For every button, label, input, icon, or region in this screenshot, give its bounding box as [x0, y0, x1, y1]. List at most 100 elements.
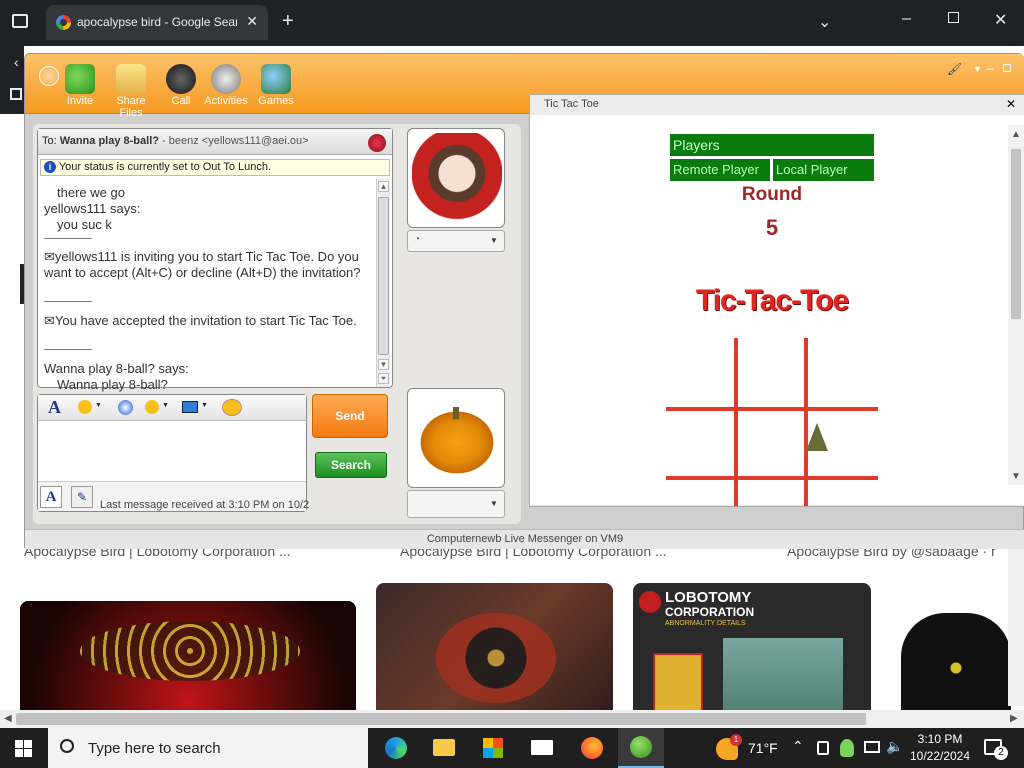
background-dropdown-icon[interactable]: ▼ [201, 402, 208, 409]
voice-clip-icon[interactable] [118, 400, 133, 415]
windows-start-icon[interactable] [15, 740, 32, 757]
network-icon[interactable] [864, 741, 880, 753]
games-label: Games [258, 95, 294, 107]
status-notice: i Your status is currently set to Out To… [40, 159, 390, 176]
notifications-count: 2 [994, 746, 1008, 760]
msgr-maximize-icon[interactable] [1003, 64, 1011, 72]
handwriting-tab-icon[interactable]: ✎ [71, 486, 93, 508]
nudge-icon[interactable] [222, 399, 242, 416]
volume-icon[interactable]: 🔈 [886, 738, 903, 755]
message-sender: yellows111 says: [44, 201, 141, 216]
block-icon[interactable] [368, 134, 386, 152]
user-avatar-menu[interactable]: ▼ [407, 490, 505, 518]
grid-line [734, 338, 738, 506]
activities-button[interactable]: Activities [201, 64, 251, 107]
status-notice-text: Your status is currently set to Out To L… [58, 161, 272, 173]
avatar-dropdown-icon[interactable]: ▼ [490, 236, 498, 245]
taskbar-search[interactable]: Type here to search [48, 728, 368, 768]
font-icon[interactable]: A [48, 397, 61, 418]
contact-name[interactable]: Wanna play 8-ball? [60, 135, 159, 147]
file-explorer-icon[interactable] [433, 739, 455, 756]
options-dropdown-icon[interactable]: ▼ [973, 64, 982, 74]
webcam-icon[interactable]: ◔ [414, 234, 420, 245]
game-scroll-up-icon[interactable]: ▲ [1011, 129, 1021, 140]
message-input[interactable] [40, 423, 304, 479]
game-scroll-down-icon[interactable]: ▼ [1011, 471, 1021, 482]
game-close-icon[interactable]: ✕ [1006, 97, 1016, 111]
tab-close-icon[interactable]: ✕ [246, 13, 258, 30]
tab-search-icon[interactable] [12, 14, 28, 28]
wink-icon[interactable] [145, 400, 159, 414]
sidebar-icon[interactable] [10, 88, 22, 100]
games-button[interactable]: Games [251, 64, 301, 107]
maximize-icon[interactable] [948, 12, 959, 23]
clock-time[interactable]: 3:10 PM [912, 732, 968, 746]
messenger-taskbar-button[interactable] [618, 728, 664, 768]
editor-tab-icon[interactable]: A [40, 486, 62, 508]
image-result-3[interactable]: LOBOTOMY CORPORATION ABNORMALITY DETAILS [633, 583, 871, 728]
game-scrollbar[interactable]: ▲ ▼ [1008, 125, 1024, 485]
invite-button[interactable]: Invite [55, 64, 105, 107]
paint-icon[interactable]: 🖌 [947, 62, 962, 76]
games-icon [261, 64, 291, 94]
message-divider [44, 301, 92, 302]
grid-line [804, 338, 808, 506]
tray-messenger-icon[interactable] [840, 739, 854, 757]
emoticon-icon[interactable] [78, 400, 92, 414]
thumb-detail: ABNORMALITY DETAILS [665, 620, 746, 627]
edge-icon[interactable] [385, 737, 407, 759]
search-button[interactable]: Search [315, 452, 387, 478]
game-scroll-thumb[interactable] [1011, 149, 1021, 319]
messenger-footer: Computernewb Live Messenger on VM9 [25, 529, 1024, 549]
browser-tab[interactable]: apocalypse bird - Google Search ✕ [46, 5, 268, 40]
scroll-end-icon[interactable]: ⏷ [378, 373, 389, 384]
user-avatar-dropdown-icon[interactable]: ▼ [490, 499, 498, 508]
grid-line [666, 476, 878, 480]
to-bar: To: Wanna play 8-ball? - beenz <yellows1… [38, 129, 392, 155]
invite-icon [65, 64, 95, 94]
clock-date[interactable]: 10/22/2024 [908, 749, 972, 763]
image-result-2[interactable] [376, 583, 613, 728]
weather-temp[interactable]: 71°F [748, 740, 778, 756]
send-button[interactable]: Send [312, 394, 388, 438]
scroll-up-icon[interactable]: ▲ [378, 181, 389, 192]
msgr-minimize-icon[interactable]: – [987, 61, 994, 75]
user-avatar[interactable] [407, 388, 505, 488]
emoticon-dropdown-icon[interactable]: ▼ [95, 402, 102, 409]
back-arrow-icon[interactable]: ‹ [14, 54, 19, 70]
conversation-scroll-thumb[interactable] [378, 197, 389, 355]
scroll-down-icon[interactable]: ▼ [378, 359, 389, 370]
scroll-thumb[interactable] [16, 713, 866, 725]
scroll-left-icon[interactable]: ◀ [4, 713, 12, 724]
contact-avatar-menu[interactable]: ◔ ▼ [407, 230, 505, 252]
game-logo: Tic-Tac-Toe [695, 284, 849, 317]
mail-icon[interactable] [531, 740, 553, 755]
wink-dropdown-icon[interactable]: ▼ [162, 402, 169, 409]
accepted-message: ✉You have accepted the invitation to sta… [44, 313, 357, 328]
firefox-icon[interactable] [581, 737, 603, 759]
conversation-scrollbar[interactable]: ▲ ▼ ⏷ [376, 179, 390, 387]
new-tab-button[interactable]: + [282, 10, 294, 33]
close-window-icon[interactable]: ✕ [994, 10, 1007, 30]
share-files-label: Share Files [116, 95, 146, 119]
board-cell-center[interactable] [742, 415, 800, 473]
tic-tac-toe-window: Tic Tac Toe ✕ Players Remote Player Loca… [529, 94, 1024, 507]
tab-list-chevron-icon[interactable]: ⌄ [818, 12, 831, 32]
tray-chevron-icon[interactable]: ⌃ [792, 738, 804, 755]
tray-app-icon[interactable] [817, 741, 829, 755]
messenger-taskbar-icon [630, 736, 652, 758]
store-icon[interactable] [483, 738, 503, 758]
share-files-button[interactable]: Share Files [106, 64, 156, 119]
call-button[interactable]: Call [156, 64, 206, 107]
minimize-icon[interactable]: – [902, 10, 911, 28]
background-icon[interactable] [182, 401, 198, 413]
scroll-right-icon[interactable]: ▶ [1010, 713, 1018, 724]
image-result-1[interactable] [20, 601, 356, 728]
compose-toolbar: A ▼ ▼ ▼ [38, 395, 306, 421]
image-result-4[interactable] [891, 583, 1024, 728]
contact-avatar[interactable] [407, 128, 505, 228]
horizontal-scrollbar[interactable]: ◀ ▶ [0, 710, 1024, 728]
chat-area: To: Wanna play 8-ball? - beenz <yellows1… [33, 124, 521, 524]
game-cursor-icon [806, 423, 828, 451]
taskbar: Type here to search 1 71°F ⌃ 🔈 3:10 PM 1… [0, 728, 1024, 768]
